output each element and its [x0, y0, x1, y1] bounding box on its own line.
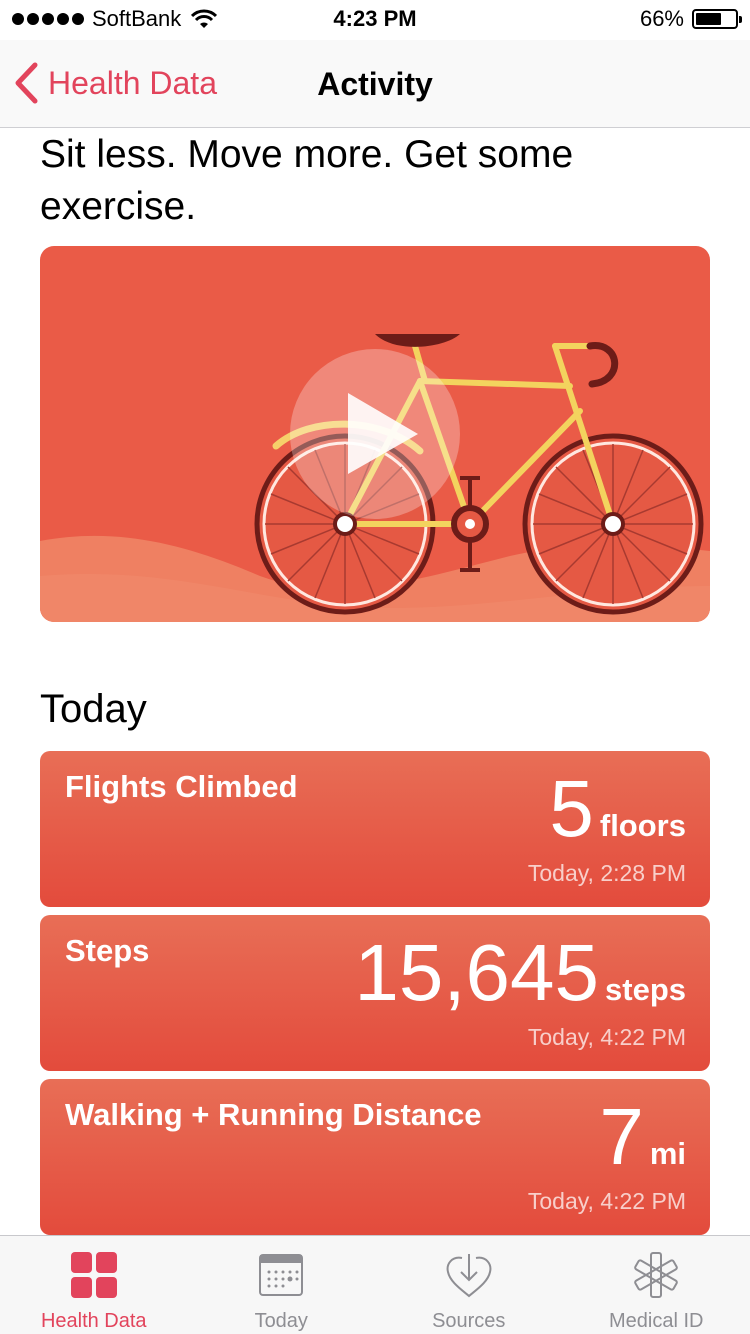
metric-timestamp: Today, 2:28 PM — [527, 860, 686, 886]
tab-health-data[interactable]: Health Data — [0, 1236, 188, 1334]
metric-label: Walking + Running Distance — [65, 1097, 482, 1132]
tab-label: Medical ID — [609, 1310, 704, 1332]
tab-today[interactable]: Today — [188, 1236, 376, 1334]
metric-value-row: 5 floors — [549, 769, 686, 849]
page-title: Activity — [317, 66, 433, 102]
metric-timestamp: Today, 4:22 PM — [527, 1188, 686, 1214]
tab-label: Health Data — [40, 1310, 147, 1332]
tab-label: Today — [254, 1310, 308, 1332]
metric-unit: floors — [599, 808, 686, 843]
tab-sources[interactable]: Sources — [375, 1236, 563, 1334]
tab-bar: Health Data Today Sources Medical ID — [0, 1235, 750, 1334]
heart-download-icon — [446, 1254, 492, 1298]
status-time: 4:23 PM — [333, 6, 417, 31]
metric-value-row: 15,645 steps — [354, 933, 686, 1013]
grid-icon — [70, 1252, 117, 1298]
play-button[interactable] — [290, 349, 460, 519]
navigation-bar: Health Data Activity — [0, 40, 750, 128]
metric-value: 15,645 — [354, 928, 600, 1017]
calendar-icon — [259, 1254, 304, 1296]
status-right: 66% — [639, 6, 742, 32]
metric-card-steps[interactable]: Steps 15,645 steps Today, 4:22 PM — [40, 915, 710, 1071]
metric-timestamp: Today, 4:22 PM — [527, 1024, 686, 1050]
tab-label: Sources — [432, 1310, 506, 1332]
battery-icon — [692, 9, 742, 29]
content-scroll[interactable]: Sit less. Move more. Get some exercise. — [0, 129, 750, 1235]
metric-value-row: 7 mi — [599, 1097, 686, 1177]
metric-label: Flights Climbed — [65, 769, 298, 804]
metric-unit: mi — [649, 1136, 686, 1171]
metric-value: 7 — [599, 1092, 644, 1181]
metric-value: 5 — [549, 764, 594, 853]
tab-medical-id[interactable]: Medical ID — [563, 1236, 750, 1334]
activity-video-card[interactable] — [40, 246, 710, 622]
metric-card-walking-running-distance[interactable]: Walking + Running Distance 7 mi Today, 4… — [40, 1079, 710, 1235]
metric-unit: steps — [605, 972, 686, 1007]
metric-card-flights-climbed[interactable]: Flights Climbed 5 floors Today, 2:28 PM — [40, 751, 710, 907]
asterisk-icon — [634, 1252, 679, 1298]
metric-label: Steps — [65, 933, 150, 968]
headline: Sit less. Move more. Get some exercise. — [40, 133, 574, 228]
section-title-today: Today — [40, 687, 147, 731]
bicycle-illustration — [40, 334, 710, 622]
status-bar: SoftBank 4:23 PM 66% — [0, 0, 750, 40]
battery-percent: 66% — [639, 6, 684, 31]
